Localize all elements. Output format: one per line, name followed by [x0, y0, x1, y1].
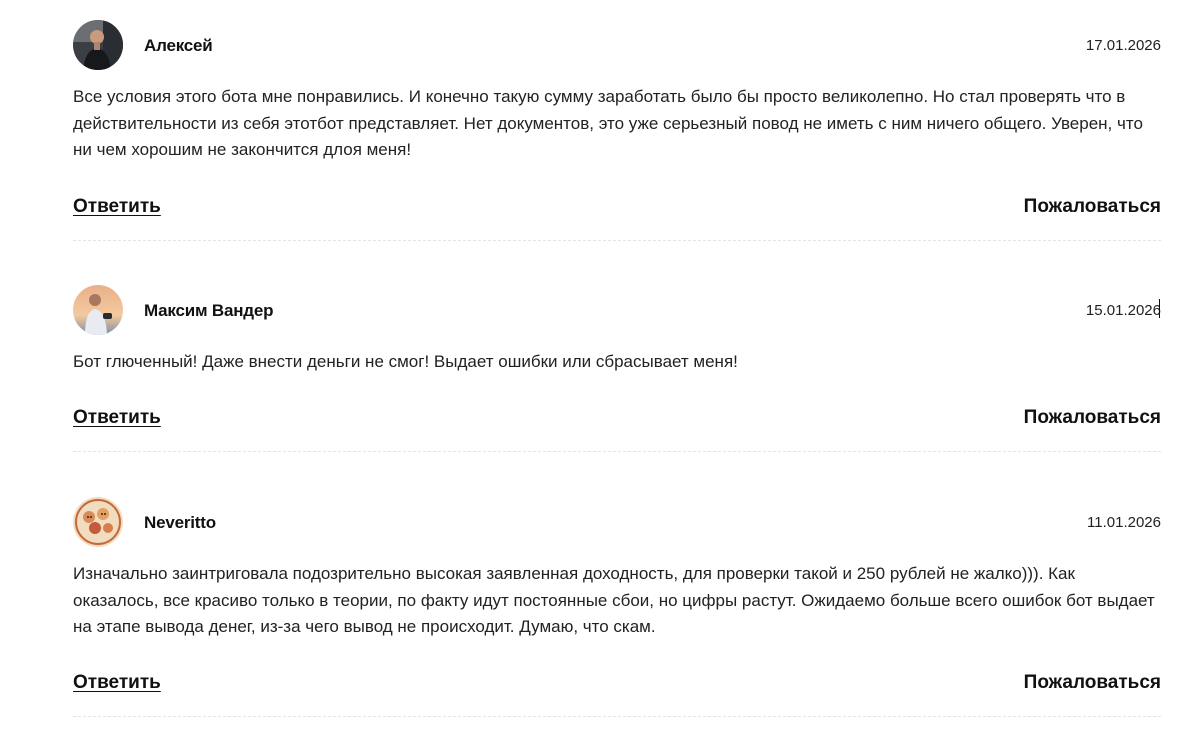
text-cursor — [1159, 299, 1160, 318]
complain-link[interactable]: Пожаловаться — [1024, 196, 1161, 218]
comment-header: Алексей 17.01.2026 — [73, 20, 1161, 71]
comment-actions: Ответить Пожаловаться — [73, 407, 1161, 431]
comment-author: Алексей — [144, 36, 213, 55]
comment-item: Максим Вандер 15.01.2026 Бот глюченный! … — [73, 241, 1161, 452]
comment-item: Neveritto 11.01.2026 Изначально заинтриг… — [73, 452, 1161, 717]
comment-text: Изначально заинтриговала подозрительно в… — [73, 564, 1155, 636]
complain-link[interactable]: Пожаловаться — [1024, 672, 1161, 694]
comment-actions: Ответить Пожаловаться — [73, 196, 1161, 220]
comment-date: 15.01.2026 — [1085, 302, 1161, 319]
comment-author: Максим Вандер — [144, 301, 274, 320]
avatar — [73, 497, 123, 547]
comment-text: Бот глюченный! Даже внести деньги не смо… — [73, 352, 738, 371]
complain-link[interactable]: Пожаловаться — [1024, 407, 1161, 429]
comment-actions: Ответить Пожаловаться — [73, 672, 1161, 696]
reply-link[interactable]: Ответить — [73, 196, 161, 218]
reply-link[interactable]: Ответить — [73, 407, 161, 429]
reply-link[interactable]: Ответить — [73, 672, 161, 694]
comment-header: Neveritto 11.01.2026 — [73, 497, 1161, 548]
comment-header: Максим Вандер 15.01.2026 — [73, 285, 1161, 336]
comment-date: 17.01.2026 — [1085, 37, 1161, 54]
comment-author: Neveritto — [144, 513, 216, 532]
comment-text: Все условия этого бота мне понравились. … — [73, 87, 1143, 159]
comment-item: Алексей 17.01.2026 Все условия этого бот… — [73, 0, 1161, 241]
comment-date: 11.01.2026 — [1087, 514, 1161, 531]
avatar — [73, 285, 123, 335]
comments-list: Алексей 17.01.2026 Все условия этого бот… — [73, 0, 1161, 717]
avatar — [73, 20, 123, 70]
